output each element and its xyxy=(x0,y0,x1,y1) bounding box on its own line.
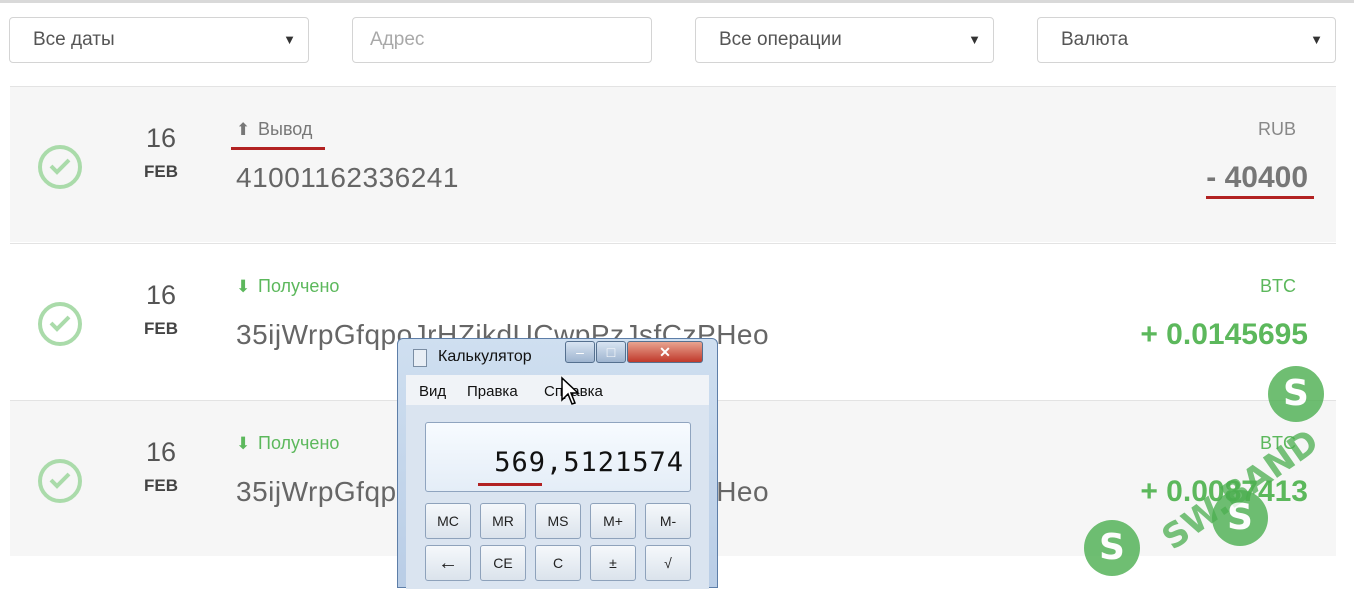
transaction-amount: - 40400 xyxy=(1206,161,1308,194)
upload-icon: ⬆ xyxy=(236,120,251,139)
chevron-down-icon: ▼ xyxy=(1310,32,1323,47)
calculator-title: Калькулятор xyxy=(438,348,532,365)
chevron-down-icon: ▼ xyxy=(283,32,296,47)
annotation-underline xyxy=(478,483,542,486)
maximize-button[interactable]: □ xyxy=(596,341,626,363)
calculator-display-value: 569,5121574 xyxy=(494,447,684,478)
check-circle-icon xyxy=(38,302,82,346)
key-mr[interactable]: MR xyxy=(480,503,526,539)
transaction-type-label: Получено xyxy=(258,433,340,453)
mouse-cursor-icon xyxy=(561,376,580,405)
watermark-logo: S xyxy=(1084,520,1140,576)
watermark-logo: S xyxy=(1212,490,1268,546)
transaction-type: ⬆ Вывод xyxy=(236,119,312,140)
check-circle-icon xyxy=(38,145,82,189)
key-m-plus[interactable]: M+ xyxy=(590,503,636,539)
currency-filter-value: Валюта xyxy=(1061,29,1129,50)
calculator-window[interactable]: Калькулятор ‒ □ ✕ Вид Правка Справка 569… xyxy=(397,338,718,589)
currency-filter-select[interactable]: Валюта ▼ xyxy=(1037,17,1336,63)
transaction-type-label: Вывод xyxy=(258,119,313,139)
key-sqrt[interactable]: √ xyxy=(645,545,691,581)
transaction-month: FEB xyxy=(144,162,178,181)
download-icon: ⬇ xyxy=(236,277,251,296)
transaction-type: ⬇ Получено xyxy=(236,433,339,454)
dates-filter-select[interactable]: Все даты ▼ xyxy=(9,17,309,63)
transaction-type: ⬇ Получено xyxy=(236,276,339,297)
menu-edit[interactable]: Правка xyxy=(467,383,518,400)
address-input[interactable]: Адрес xyxy=(352,17,652,63)
transaction-day: 16 xyxy=(146,437,177,467)
transaction-type-label: Получено xyxy=(258,276,340,296)
key-ce[interactable]: CE xyxy=(480,545,526,581)
minimize-button[interactable]: ‒ xyxy=(565,341,595,363)
calculator-body: Вид Правка Справка 569,5121574 MC MR MS … xyxy=(406,375,709,589)
chevron-down-icon: ▼ xyxy=(968,32,981,47)
transaction-currency: BTC xyxy=(1260,276,1296,296)
operations-filter-value: Все операции xyxy=(719,29,842,50)
dates-filter-value: Все даты xyxy=(33,29,115,50)
close-button[interactable]: ✕ xyxy=(627,341,703,363)
calculator-display: 569,5121574 xyxy=(425,422,691,492)
operations-filter-select[interactable]: Все операции ▼ xyxy=(695,17,994,63)
annotation-underline xyxy=(231,147,325,150)
watermark-logo: S xyxy=(1268,366,1324,422)
menu-view[interactable]: Вид xyxy=(419,383,446,400)
annotation-underline xyxy=(1206,196,1314,199)
key-plus-minus[interactable]: ± xyxy=(590,545,636,581)
top-border xyxy=(0,0,1354,3)
transaction-address: 41001162336241 xyxy=(236,162,459,193)
transaction-row[interactable]: 16 FEB ⬆ Вывод 41001162336241 RUB - 40400 xyxy=(10,86,1336,242)
transaction-day: 16 xyxy=(146,123,177,153)
download-icon: ⬇ xyxy=(236,434,251,453)
transaction-month: FEB xyxy=(144,476,178,495)
transaction-month: FEB xyxy=(144,319,178,338)
address-placeholder: Адрес xyxy=(370,29,425,50)
transaction-amount: + 0.0145695 xyxy=(1140,318,1308,351)
transaction-currency: RUB xyxy=(1257,119,1296,139)
calculator-app-icon xyxy=(413,349,427,367)
key-ms[interactable]: MS xyxy=(535,503,581,539)
key-c[interactable]: C xyxy=(535,545,581,581)
key-backspace[interactable]: ← xyxy=(425,545,471,581)
check-circle-icon xyxy=(38,459,82,503)
key-mc[interactable]: MC xyxy=(425,503,471,539)
transaction-day: 16 xyxy=(146,280,177,310)
key-m-minus[interactable]: M- xyxy=(645,503,691,539)
calculator-menu-bar: Вид Правка Справка xyxy=(406,375,709,405)
